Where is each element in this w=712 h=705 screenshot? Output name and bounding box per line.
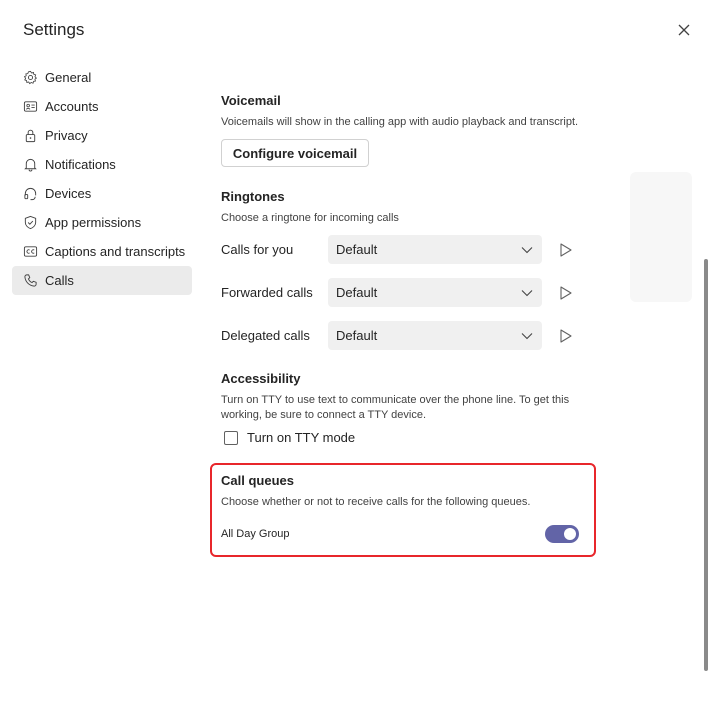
ringtone-label: Delegated calls	[221, 328, 310, 343]
select-value: Default	[336, 242, 378, 257]
gear-icon	[22, 70, 38, 86]
close-button[interactable]	[674, 20, 694, 40]
sidebar-item-label: General	[45, 70, 92, 85]
ringtone-label: Calls for you	[221, 242, 294, 257]
sidebar-item-devices[interactable]: Devices	[12, 179, 192, 208]
settings-sidebar: General Accounts Privacy Notifications D…	[12, 63, 192, 295]
sidebar-item-label: Privacy	[45, 128, 88, 143]
tty-mode-option[interactable]: Turn on TTY mode	[224, 430, 355, 445]
ringtone-row-delegated-calls: Delegated calls Default	[221, 321, 581, 350]
sidebar-item-privacy[interactable]: Privacy	[12, 121, 192, 150]
accessibility-heading: Accessibility	[221, 371, 301, 386]
select-value: Default	[336, 285, 378, 300]
lock-icon	[22, 128, 38, 144]
ringtone-select-forwarded-calls[interactable]: Default	[328, 278, 542, 307]
sidebar-item-accounts[interactable]: Accounts	[12, 92, 192, 121]
cc-icon	[22, 244, 38, 260]
sidebar-item-app-permissions[interactable]: App permissions	[12, 208, 192, 237]
sidebar-item-label: Calls	[45, 273, 74, 288]
ringtone-label: Forwarded calls	[221, 285, 313, 300]
voicemail-description: Voicemails will show in the calling app …	[221, 116, 579, 128]
select-value: Default	[336, 328, 378, 343]
ringtone-select-calls-for-you[interactable]: Default	[328, 235, 542, 264]
chevron-down-icon	[521, 290, 533, 297]
play-icon[interactable]	[559, 328, 573, 344]
voicemail-heading: Voicemail	[221, 93, 281, 108]
ringtones-description: Choose a ringtone for incoming calls	[221, 212, 399, 224]
sidebar-item-general[interactable]: General	[12, 63, 192, 92]
sidebar-item-calls[interactable]: Calls	[12, 266, 192, 295]
accessibility-description: Turn on TTY to use text to communicate o…	[221, 394, 570, 421]
sidebar-item-captions[interactable]: Captions and transcripts	[12, 237, 192, 266]
shield-icon	[22, 215, 38, 231]
sidebar-item-label: Devices	[45, 186, 92, 201]
sidebar-item-label: App permissions	[45, 215, 142, 230]
phone-icon	[22, 273, 38, 289]
page-title: Settings	[23, 20, 85, 39]
play-icon[interactable]	[559, 242, 573, 258]
id-card-icon	[22, 99, 38, 115]
bell-icon	[22, 157, 38, 173]
tty-label: Turn on TTY mode	[247, 430, 356, 445]
configure-voicemail-button[interactable]: Configure voicemail	[221, 139, 369, 167]
scrollbar[interactable]	[704, 259, 708, 671]
close-icon	[678, 24, 690, 36]
sidebar-item-label: Accounts	[45, 99, 99, 114]
chevron-down-icon	[521, 247, 533, 254]
ringtone-row-calls-for-you: Calls for you Default	[221, 235, 581, 264]
tty-checkbox[interactable]	[224, 430, 238, 445]
toggle-knob	[564, 528, 576, 540]
ringtones-heading: Ringtones	[221, 189, 285, 204]
sidebar-item-notifications[interactable]: Notifications	[12, 150, 192, 179]
background-ghost	[630, 172, 692, 302]
ringtone-select-delegated-calls[interactable]: Default	[328, 321, 542, 350]
sidebar-item-label: Notifications	[45, 157, 116, 172]
queue-row-all-day-group: All Day Group	[221, 525, 581, 543]
sidebar-item-label: Captions and transcripts	[45, 244, 186, 259]
queue-toggle[interactable]	[545, 525, 579, 543]
play-icon[interactable]	[559, 285, 573, 301]
queue-label: All Day Group	[221, 528, 290, 540]
ringtone-row-forwarded-calls: Forwarded calls Default	[221, 278, 581, 307]
chevron-down-icon	[521, 333, 533, 340]
headset-icon	[22, 186, 38, 202]
